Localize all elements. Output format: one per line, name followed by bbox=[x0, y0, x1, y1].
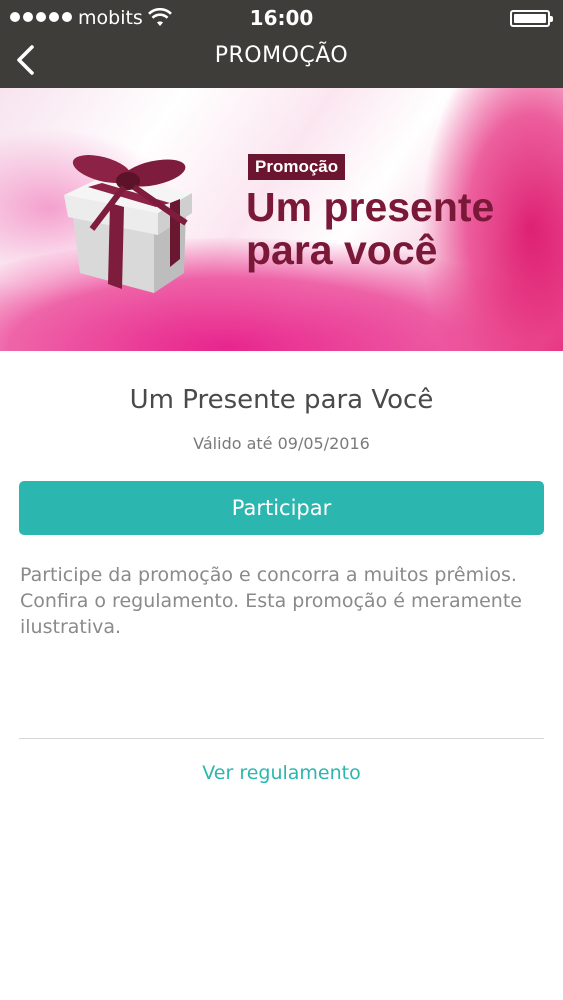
promo-badge: Promoção bbox=[248, 154, 346, 180]
divider bbox=[19, 738, 544, 739]
view-regulation-link[interactable]: Ver regulamento bbox=[0, 762, 563, 784]
participate-button[interactable]: Participar bbox=[19, 481, 544, 535]
promotion-description: Participe da promoção e concorra a muito… bbox=[20, 564, 522, 638]
battery-icon bbox=[510, 10, 553, 27]
validity-date: Válido até 09/05/2016 bbox=[193, 434, 370, 453]
clock: 16:00 bbox=[249, 6, 314, 30]
promo-banner: Promoção Um presente para você bbox=[0, 88, 563, 351]
top-bar: mobits 16:00 PROMOÇÃO bbox=[0, 0, 563, 88]
banner-headline: Um presente para você bbox=[246, 186, 546, 272]
headline-line-1: Um presente bbox=[246, 184, 495, 230]
gift-box-icon bbox=[64, 155, 192, 293]
page-title: PROMOÇÃO bbox=[214, 43, 349, 68]
status-bar: mobits 16:00 bbox=[0, 0, 563, 38]
headline-line-2: para você bbox=[246, 227, 438, 273]
navigation-bar: PROMOÇÃO bbox=[0, 38, 563, 88]
promotion-title: Um Presente para Você bbox=[129, 385, 434, 415]
